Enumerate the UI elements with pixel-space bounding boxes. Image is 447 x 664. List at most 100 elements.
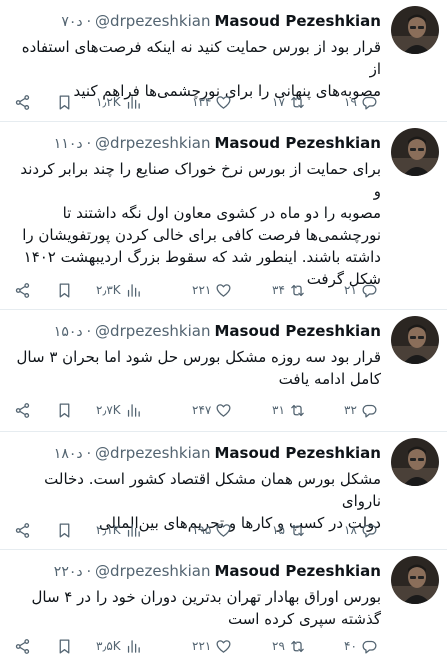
tweet[interactable]: ۲۲۰د · @drpezeshkian Masoud Pezeshkian ب… <box>0 550 447 664</box>
user-name[interactable]: Masoud Pezeshkian <box>214 134 381 152</box>
share-icon <box>15 94 30 110</box>
bookmark-button[interactable] <box>56 280 73 300</box>
like-button[interactable]: ۱۳۴ <box>192 92 232 112</box>
avatar[interactable] <box>391 556 439 604</box>
avatar[interactable] <box>391 316 439 364</box>
tweet-line: داشته باشند. اینطور شد که سقوط بزرگ اردی… <box>23 248 381 266</box>
retweet-button[interactable]: ۱۵ <box>272 520 306 540</box>
bookmark-button[interactable] <box>56 400 73 420</box>
reply-icon <box>362 284 377 298</box>
tweet[interactable]: ۱۱۰د · @drpezeshkian Masoud Pezeshkian ب… <box>0 122 447 310</box>
bookmark-button[interactable] <box>56 636 73 656</box>
heart-icon <box>216 95 231 109</box>
tweet[interactable]: ۱۵۰د · @drpezeshkian Masoud Pezeshkian ق… <box>0 310 447 432</box>
user-name[interactable]: Masoud Pezeshkian <box>214 562 381 580</box>
tweet-time[interactable]: ۱۵۰د <box>54 324 83 340</box>
bookmark-icon <box>59 94 70 110</box>
views-button[interactable]: ۲٫۷K <box>96 400 142 420</box>
share-button[interactable] <box>14 636 31 656</box>
tweet-header: ۱۸۰د · @drpezeshkian Masoud Pezeshkian <box>54 444 381 462</box>
tweet-line: نورچشمی‌ها فرصت کافی برای خالی کردن پورت… <box>22 226 381 244</box>
bookmark-button[interactable] <box>56 520 73 540</box>
like-button[interactable]: ۱۹۵ <box>192 520 232 540</box>
retweet-count: ۱۷ <box>272 95 285 109</box>
heart-icon <box>216 523 231 537</box>
retweet-count: ۱۵ <box>272 523 285 537</box>
reply-button[interactable]: ۱۸ <box>344 520 378 540</box>
views-count: ۲٫۷K <box>96 403 121 417</box>
retweet-button[interactable]: ۲۹ <box>272 636 306 656</box>
avatar-image <box>391 556 439 604</box>
reply-button[interactable]: ۲۱ <box>344 280 378 300</box>
tweet[interactable]: ۷۰د · @drpezeshkian Masoud Pezeshkian قر… <box>0 0 447 122</box>
reply-button[interactable]: ۳۲ <box>344 400 378 420</box>
share-icon <box>15 402 30 418</box>
like-count: ۲۲۱ <box>192 639 212 653</box>
avatar-image <box>391 128 439 176</box>
user-handle[interactable]: @drpezeshkian <box>95 12 210 30</box>
action-bar: ۳٫۵K ۲۲۱ ۲۹ ۴۰ <box>14 636 381 656</box>
tweet[interactable]: ۱۸۰د · @drpezeshkian Masoud Pezeshkian م… <box>0 432 447 550</box>
tweet-time[interactable]: ۲۲۰د <box>54 564 83 580</box>
share-button[interactable] <box>14 280 31 300</box>
heart-icon <box>216 283 231 297</box>
tweet-line: قرار بود از بورس حمایت کنید نه اینکه فرص… <box>21 38 381 78</box>
user-name[interactable]: Masoud Pezeshkian <box>214 12 381 30</box>
user-handle[interactable]: @drpezeshkian <box>95 562 210 580</box>
share-icon <box>15 282 30 298</box>
reply-icon <box>362 96 377 110</box>
like-button[interactable]: ۲۴۷ <box>192 400 232 420</box>
avatar[interactable] <box>391 438 439 486</box>
reply-button[interactable]: ۱۹ <box>344 92 378 112</box>
separator-dot: · <box>86 14 92 30</box>
retweet-button[interactable]: ۳۱ <box>272 400 306 420</box>
share-button[interactable] <box>14 400 31 420</box>
like-button[interactable]: ۲۲۱ <box>192 636 232 656</box>
like-count: ۲۲۱ <box>192 283 212 297</box>
tweet-line: گذشته سپری کرده است <box>228 610 381 628</box>
share-button[interactable] <box>14 92 31 112</box>
separator-dot: · <box>86 446 92 462</box>
tweet-time[interactable]: ۷۰د <box>61 14 82 30</box>
tweet-line: قرار بود سه روزه مشکل بورس حل شود اما بح… <box>16 348 381 366</box>
avatar[interactable] <box>391 6 439 54</box>
views-icon <box>127 403 140 417</box>
bookmark-icon <box>59 402 70 418</box>
views-button[interactable]: ۲٫۱K <box>96 520 142 540</box>
user-name[interactable]: Masoud Pezeshkian <box>214 444 381 462</box>
like-button[interactable]: ۲۲۱ <box>192 280 232 300</box>
retweet-icon <box>291 524 304 536</box>
tweet-feed: ۷۰د · @drpezeshkian Masoud Pezeshkian قر… <box>0 0 447 664</box>
views-button[interactable]: ۱٫۲K <box>96 92 142 112</box>
action-bar: ۲٫۱K ۱۹۵ ۱۵ ۱۸ <box>14 520 381 540</box>
tweet-time[interactable]: ۱۸۰د <box>54 446 83 462</box>
tweet-header: ۷۰د · @drpezeshkian Masoud Pezeshkian <box>61 12 381 30</box>
user-handle[interactable]: @drpezeshkian <box>95 134 210 152</box>
separator-dot: · <box>86 324 92 340</box>
bookmark-button[interactable] <box>56 92 73 112</box>
avatar[interactable] <box>391 128 439 176</box>
tweet-time[interactable]: ۱۱۰د <box>54 136 83 152</box>
tweet-header: ۱۱۰د · @drpezeshkian Masoud Pezeshkian <box>54 134 381 152</box>
avatar-image <box>391 6 439 54</box>
views-button[interactable]: ۲٫۳K <box>96 280 142 300</box>
views-count: ۳٫۵K <box>96 639 121 653</box>
retweet-button[interactable]: ۳۴ <box>272 280 306 300</box>
retweet-icon <box>291 640 304 652</box>
action-bar: ۲٫۷K ۲۴۷ ۳۱ ۳۲ <box>14 400 381 420</box>
share-icon <box>15 638 30 654</box>
views-count: ۲٫۳K <box>96 283 121 297</box>
separator-dot: · <box>86 136 92 152</box>
reply-count: ۴۰ <box>344 639 357 653</box>
tweet-line: برای حمایت از بورس نرخ خوراک صنایع را چن… <box>20 160 381 200</box>
views-count: ۱٫۲K <box>96 95 121 109</box>
reply-count: ۱۸ <box>344 523 357 537</box>
views-button[interactable]: ۳٫۵K <box>96 636 142 656</box>
user-handle[interactable]: @drpezeshkian <box>95 444 210 462</box>
reply-count: ۳۲ <box>344 403 357 417</box>
user-name[interactable]: Masoud Pezeshkian <box>214 322 381 340</box>
reply-button[interactable]: ۴۰ <box>344 636 378 656</box>
retweet-button[interactable]: ۱۷ <box>272 92 306 112</box>
share-button[interactable] <box>14 520 31 540</box>
user-handle[interactable]: @drpezeshkian <box>95 322 210 340</box>
